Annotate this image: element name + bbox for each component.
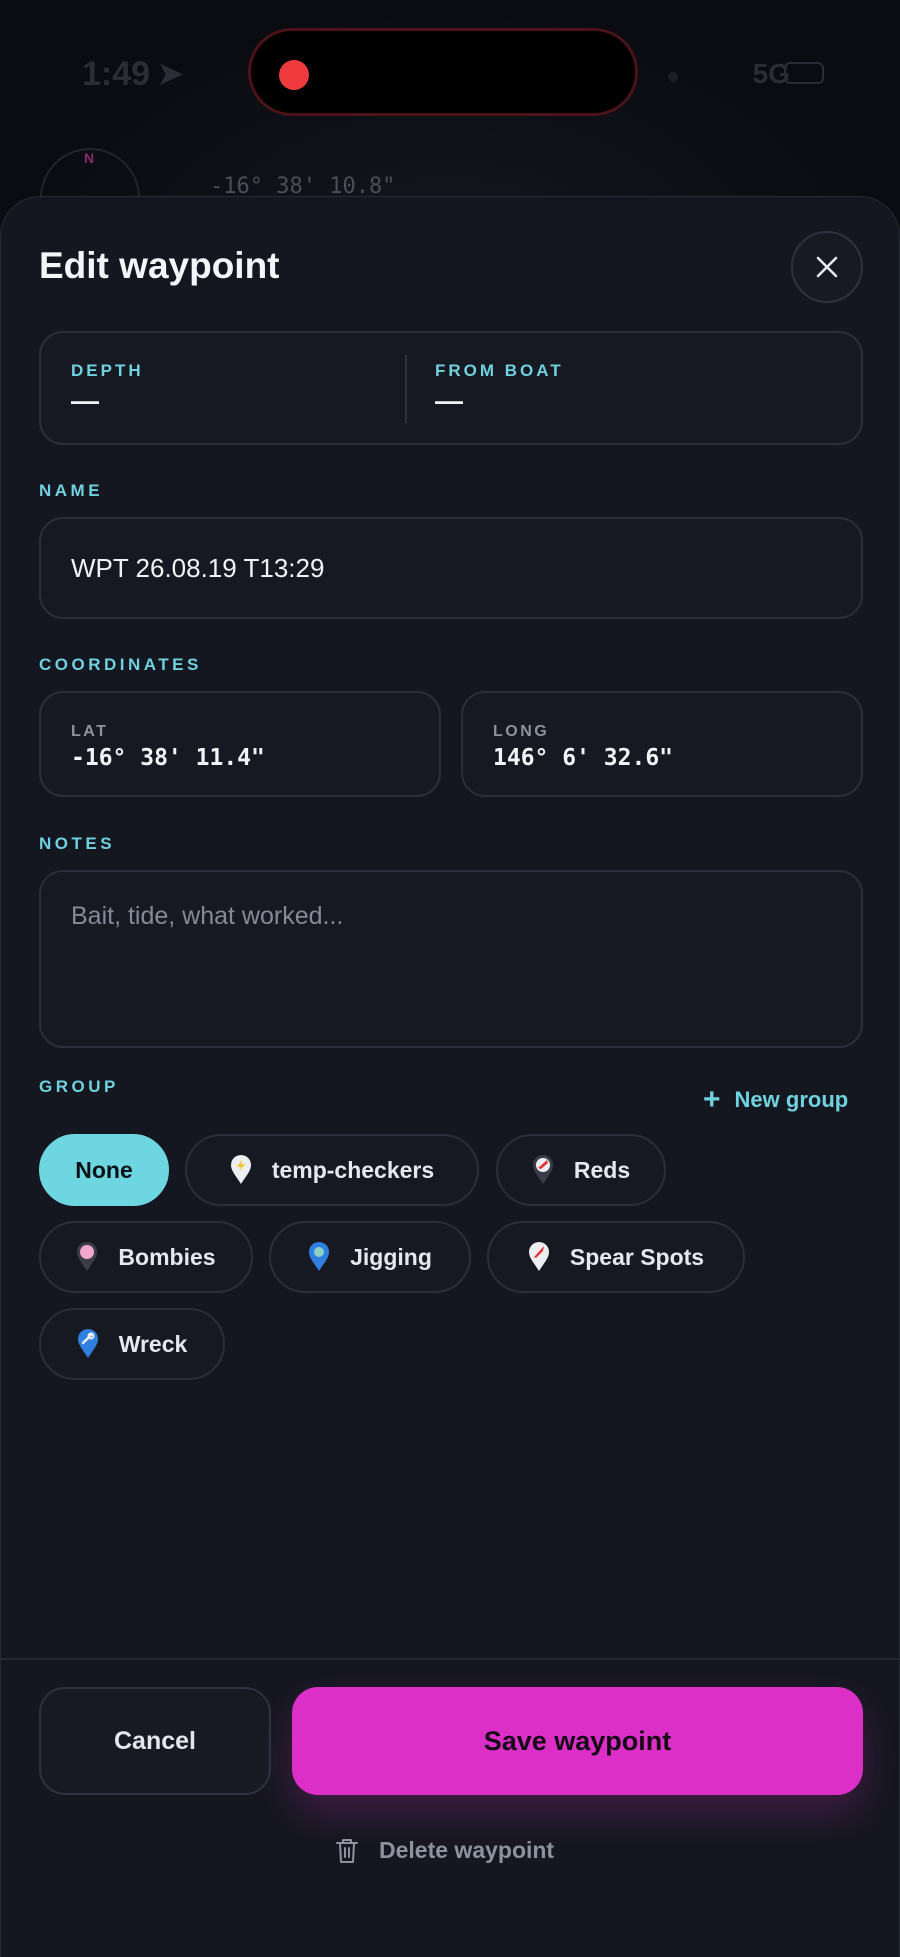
longitude-label: LONG [493, 723, 550, 740]
close-button[interactable] [791, 231, 863, 303]
group-chip-reds[interactable]: Reds [496, 1134, 666, 1206]
status-time: 1:49 ➤ [82, 55, 185, 93]
notes-placeholder: Bait, tide, what worked... [71, 902, 344, 930]
cancel-button[interactable]: Cancel [39, 1687, 271, 1795]
group-chip-spear-spots[interactable]: Spear Spots [487, 1221, 745, 1293]
status-dot-icon [668, 72, 678, 82]
depth-value: — [71, 385, 99, 416]
waypoint-stats: DEPTH — FROM BOAT — [39, 331, 863, 445]
latitude-input[interactable]: LAT -16° 38' 11.4" [39, 691, 441, 797]
coordinates-label: COORDINATES [39, 655, 202, 674]
chip-label: Jigging [350, 1243, 432, 1270]
chip-label: Spear Spots [569, 1243, 705, 1270]
delete-label: Delete waypoint [379, 1837, 555, 1863]
chip-label: Wreck [118, 1330, 188, 1357]
longitude-input[interactable]: LONG 146° 6' 32.6" [461, 691, 863, 797]
chip-label: Reds [573, 1156, 631, 1183]
stat-divider [405, 355, 407, 423]
battery-icon [784, 62, 824, 84]
save-waypoint-button[interactable]: Save waypoint [292, 1687, 863, 1795]
close-icon [816, 256, 838, 278]
delete-waypoint-button[interactable]: Delete waypoint [335, 1837, 554, 1864]
pin-anchor-icon [77, 1329, 98, 1358]
sheet-title: Edit waypoint [39, 245, 280, 286]
pin-lightning-icon [230, 1155, 251, 1184]
latitude-label: LAT [71, 723, 109, 740]
name-input[interactable]: WPT 26.08.19 T13:29 [39, 517, 863, 619]
chip-label: Bombies [118, 1243, 216, 1270]
pin-spear-icon [528, 1242, 549, 1271]
depth-label: DEPTH [71, 361, 144, 380]
chip-label: None [75, 1156, 133, 1183]
dynamic-island [248, 28, 638, 116]
from-boat-label: FROM BOAT [435, 361, 564, 380]
notes-textarea[interactable]: Bait, tide, what worked... [39, 870, 863, 1048]
name-input-value: WPT 26.08.19 T13:29 [71, 553, 325, 583]
edit-waypoint-sheet: Edit waypoint DEPTH — FROM BOAT — NAME W… [0, 196, 900, 1957]
trash-icon [336, 1838, 358, 1863]
new-group-label: New group [734, 1087, 849, 1112]
plus-icon: + [703, 1083, 721, 1116]
group-chip-temp-checkers[interactable]: temp-checkers [185, 1134, 479, 1206]
group-chip-bombies[interactable]: Bombies [39, 1221, 253, 1293]
compass-north-label: N [84, 150, 95, 166]
from-boat-value: — [435, 385, 463, 416]
pin-fish-icon [532, 1155, 553, 1184]
group-label: GROUP [39, 1077, 119, 1096]
footer-divider [1, 1658, 900, 1660]
chip-label: temp-checkers [271, 1156, 435, 1183]
group-chip-jigging[interactable]: Jigging [269, 1221, 471, 1293]
group-chip-none[interactable]: None [39, 1134, 169, 1206]
latitude-value: -16° 38' 11.4" [71, 745, 265, 771]
pin-circle-icon [77, 1242, 98, 1271]
notes-label: NOTES [39, 834, 116, 853]
new-group-button[interactable]: + New group [703, 1083, 849, 1116]
recording-indicator-icon [279, 60, 309, 90]
longitude-value: 146° 6' 32.6" [493, 745, 674, 771]
pin-star-icon [309, 1242, 330, 1271]
group-chip-wreck[interactable]: Wreck [39, 1308, 225, 1380]
name-label: NAME [39, 481, 104, 500]
